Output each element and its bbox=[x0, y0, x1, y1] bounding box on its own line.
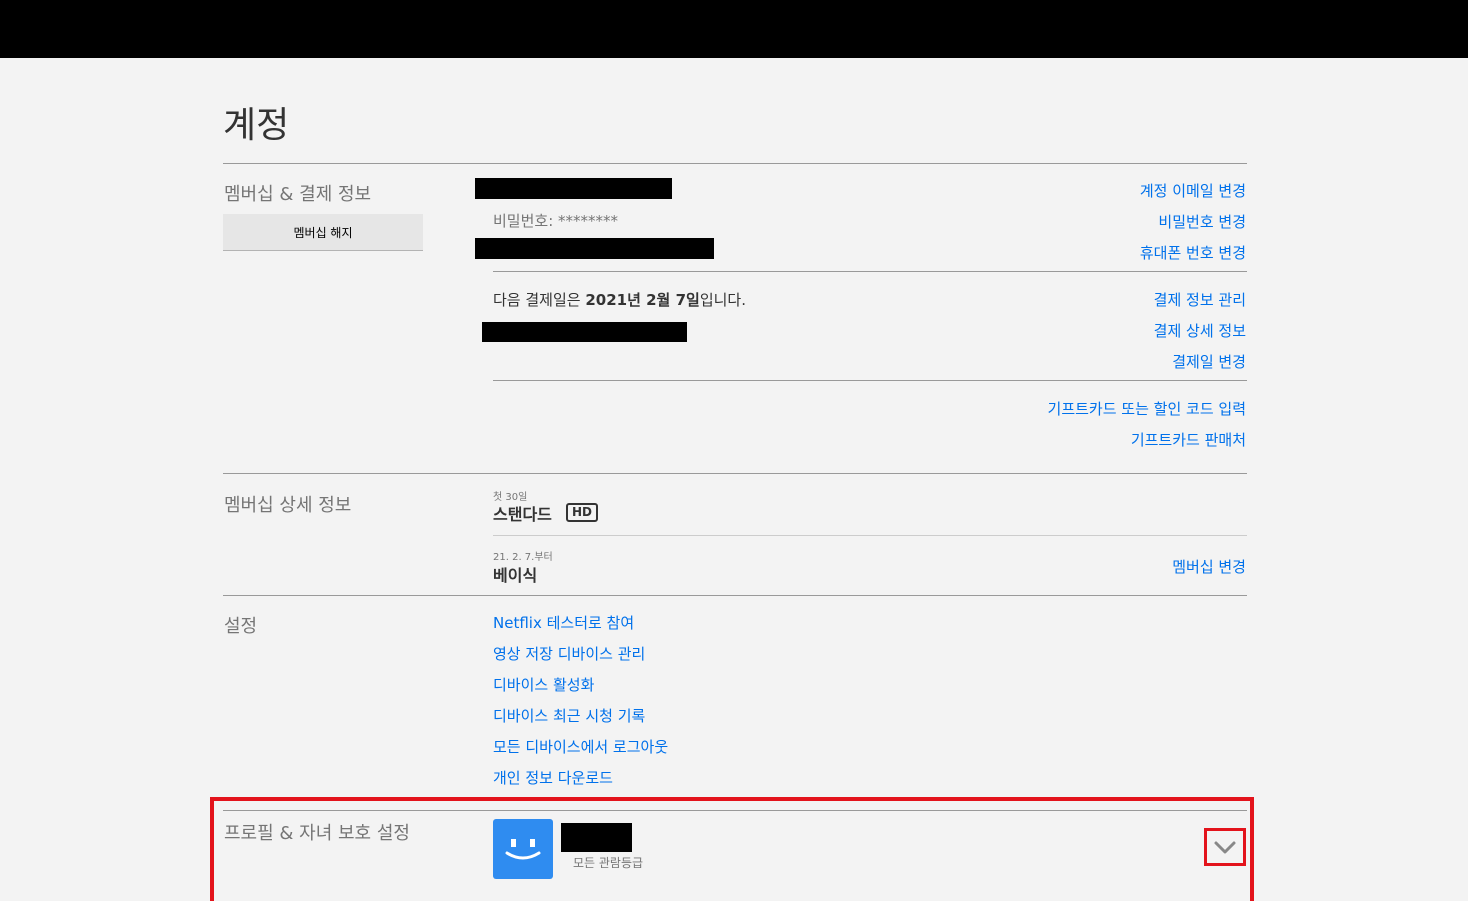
change-plan-link[interactable]: 멤버십 변경 bbox=[1172, 556, 1246, 577]
manage-download-devices-link[interactable]: 영상 저장 디바이스 관리 bbox=[493, 643, 645, 664]
divider bbox=[223, 595, 1247, 596]
change-password-link[interactable]: 비밀번호 변경 bbox=[1158, 211, 1246, 232]
billing-details-link[interactable]: 결제 상세 정보 bbox=[1154, 320, 1246, 341]
redacted-email bbox=[475, 178, 672, 199]
change-phone-link[interactable]: 휴대폰 번호 변경 bbox=[1140, 242, 1246, 263]
expand-profile-button[interactable] bbox=[1204, 828, 1246, 866]
next-billing-text: 다음 결제일은 2021년 2월 7일입니다. bbox=[493, 289, 746, 310]
redeem-gift-card-link[interactable]: 기프트카드 또는 할인 코드 입력 bbox=[1048, 398, 1246, 419]
password-text: 비밀번호: ******** bbox=[493, 212, 619, 230]
activate-device-link[interactable]: 디바이스 활성화 bbox=[493, 674, 594, 695]
redacted-payment-method bbox=[482, 322, 687, 342]
current-plan-name: 스탠다드 bbox=[493, 505, 552, 524]
next-plan-name: 베이식 bbox=[493, 566, 538, 585]
download-personal-info-link[interactable]: 개인 정보 다운로드 bbox=[493, 767, 613, 788]
divider bbox=[493, 380, 1247, 381]
divider bbox=[223, 473, 1247, 474]
divider bbox=[493, 535, 1247, 536]
smiley-face-icon[interactable] bbox=[493, 819, 553, 879]
divider bbox=[223, 163, 1247, 164]
change-billing-day-link[interactable]: 결제일 변경 bbox=[1172, 351, 1246, 372]
divider bbox=[493, 271, 1247, 272]
billing-prefix: 다음 결제일은 bbox=[493, 291, 586, 309]
membership-section-label: 멤버십 & 결제 정보 bbox=[224, 184, 372, 205]
manage-payment-link[interactable]: 결제 정보 관리 bbox=[1154, 289, 1246, 310]
sign-out-all-devices-link[interactable]: 모든 디바이스에서 로그아웃 bbox=[493, 736, 668, 757]
profile-highlight-box bbox=[210, 797, 1254, 901]
billing-date: 2021년 2월 7일 bbox=[585, 291, 700, 309]
profile-rating: 모든 관람등급 bbox=[573, 856, 644, 870]
redacted-phone bbox=[475, 238, 714, 259]
test-participation-link[interactable]: Netflix 테스터로 참여 bbox=[493, 612, 634, 633]
cancel-membership-button[interactable]: 멤버십 해지 bbox=[223, 214, 423, 251]
gift-card-stores-link[interactable]: 기프트카드 판매처 bbox=[1131, 429, 1246, 450]
plan-section-label: 멤버십 상세 정보 bbox=[224, 495, 352, 516]
profile-section-label: 프로필 & 자녀 보호 설정 bbox=[224, 823, 410, 844]
next-plan-note: 21. 2. 7.부터 bbox=[493, 552, 553, 563]
top-navigation-bar bbox=[0, 0, 1468, 58]
billing-suffix: 입니다. bbox=[699, 291, 746, 309]
page-title: 계정 bbox=[223, 105, 290, 146]
chevron-down-icon bbox=[1214, 841, 1236, 854]
recent-device-streaming-link[interactable]: 디바이스 최근 시청 기록 bbox=[493, 705, 645, 726]
hd-badge: HD bbox=[566, 503, 599, 522]
change-email-link[interactable]: 계정 이메일 변경 bbox=[1140, 180, 1246, 201]
divider bbox=[223, 810, 1247, 811]
redacted-profile-name bbox=[561, 823, 632, 852]
settings-section-label: 설정 bbox=[224, 616, 258, 637]
